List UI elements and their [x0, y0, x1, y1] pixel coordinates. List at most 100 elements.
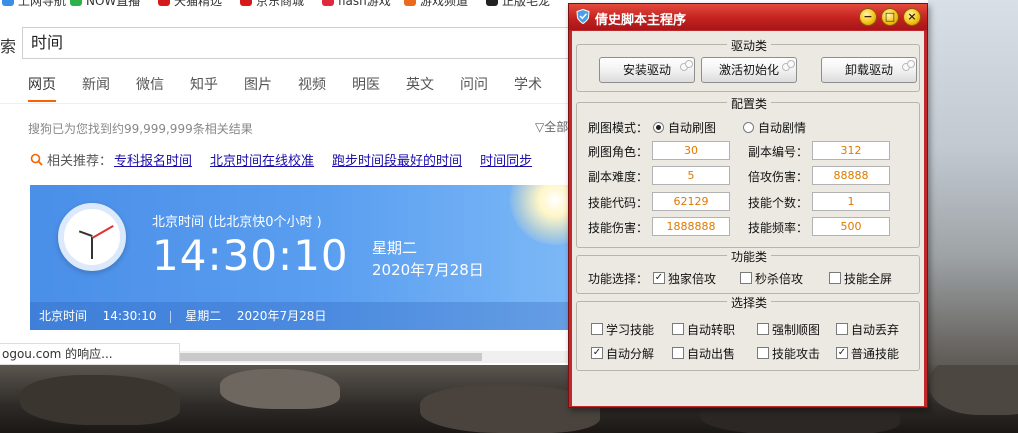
force-next-map-label[interactable]: 强制顺图 [772, 321, 820, 338]
bookmark-item[interactable]: 游戏频道 [404, 0, 468, 8]
tab-news[interactable]: 新闻 [82, 74, 110, 102]
bookmark-item[interactable]: NOW直播 [70, 0, 140, 8]
footer-date: 2020年7月28日 [236, 309, 327, 323]
tab-academic[interactable]: 学术 [514, 74, 542, 102]
auto-transfer-label[interactable]: 自动转职 [687, 321, 735, 338]
wallpaper-rock [930, 365, 1018, 415]
activate-init-button[interactable]: 激活初始化 [701, 57, 797, 83]
exclusive-multiplier-checkbox[interactable]: ✓ [653, 272, 665, 284]
driver-group: 驱动类 安装驱动 激活初始化 卸载驱动 [576, 39, 920, 92]
driver-group-title: 驱动类 [726, 39, 771, 53]
related-searches: 相关推荐： 专科报名时间 北京时间在线校准 跑步时间段最好的时间 时间同步 [30, 150, 550, 169]
scrollbar-thumb[interactable] [180, 353, 482, 361]
auto-decompose-label[interactable]: 自动分解 [606, 345, 654, 362]
tab-zhihu[interactable]: 知乎 [190, 74, 218, 102]
bookmark-item[interactable]: 京东商城 [240, 0, 304, 8]
learn-skill-checkbox[interactable] [591, 323, 603, 335]
skill-fullscreen-checkbox[interactable] [829, 272, 841, 284]
window-title: 倩史脚本主程序 [595, 13, 687, 28]
horizontal-scrollbar[interactable] [180, 351, 570, 363]
auto-discard-label[interactable]: 自动丢弃 [851, 321, 899, 338]
window-client: 驱动类 安装驱动 激活初始化 卸载驱动 配置类 刷图模式： 自动刷图 自动剧情 … [572, 31, 924, 406]
function-group: 功能类 功能选择： ✓ 独家倍攻 秒杀倍攻 技能全屏 [576, 250, 920, 294]
bookmark-item[interactable]: 正版毛宠 [486, 0, 550, 8]
install-driver-button[interactable]: 安装驱动 [599, 57, 695, 83]
damage-multiplier-input[interactable]: 88888 [812, 166, 890, 185]
radio-auto-story[interactable] [743, 122, 754, 133]
tab-medical[interactable]: 明医 [352, 74, 380, 102]
analog-clock-icon [58, 203, 126, 271]
search-label: 索 [0, 37, 17, 56]
footer-label: 北京时间 [39, 309, 88, 323]
instant-kill-checkbox[interactable] [740, 272, 752, 284]
skill-frequency-input[interactable]: 500 [812, 217, 890, 236]
mode-label: 刷图模式： [588, 121, 649, 135]
related-link[interactable]: 专科报名时间 [114, 150, 192, 169]
tab-webpage[interactable]: 网页 [28, 74, 56, 102]
related-link[interactable]: 跑步时间段最好的时间 [332, 150, 462, 169]
damage-multiplier-label: 倍攻伤害： [748, 170, 809, 184]
force-next-map-checkbox[interactable] [757, 323, 769, 335]
current-date: 2020年7月28日 [372, 261, 484, 279]
auto-discard-checkbox[interactable] [836, 323, 848, 335]
learn-skill-label[interactable]: 学习技能 [606, 321, 654, 338]
normal-skill-checkbox[interactable]: ✓ [836, 347, 848, 359]
wallpaper-rock [20, 375, 180, 425]
skill-damage-input[interactable]: 1888888 [652, 217, 730, 236]
tabs-divider [0, 103, 570, 104]
tab-video[interactable]: 视频 [298, 74, 326, 102]
bubble-decoration-icon [782, 60, 795, 71]
bookmark-item[interactable]: flash游戏 [322, 0, 391, 8]
bubble-decoration-icon [680, 60, 693, 71]
cheat-program-window: 倩史脚本主程序 − □ × 驱动类 安装驱动 激活初始化 卸载驱动 配置类 刷图… [568, 3, 928, 408]
tab-english[interactable]: 英文 [406, 74, 434, 102]
related-label: 相关推荐： [47, 154, 113, 169]
minimize-button[interactable]: − [859, 8, 877, 26]
auto-transfer-checkbox[interactable] [672, 323, 684, 335]
difficulty-input[interactable]: 5 [652, 166, 730, 185]
instant-kill-label[interactable]: 秒杀倍攻 [755, 270, 803, 287]
beijing-time-card: 北京时间 (比北京快0个小时 ) 14:30:10 星期二 2020年7月28日… [30, 185, 570, 330]
auto-sell-label[interactable]: 自动出售 [687, 345, 735, 362]
related-link[interactable]: 时间同步 [480, 150, 532, 169]
window-titlebar[interactable]: 倩史脚本主程序 − □ × [569, 4, 927, 30]
bookmark-item[interactable]: 上网导航 [2, 0, 66, 8]
desktop-wallpaper-sky [928, 0, 1018, 365]
skill-count-input[interactable]: 1 [812, 192, 890, 211]
config-group: 配置类 刷图模式： 自动刷图 自动剧情 刷图角色： 30 副本编号： 312 副… [576, 97, 920, 248]
tab-images[interactable]: 图片 [244, 74, 272, 102]
normal-skill-label[interactable]: 普通技能 [851, 345, 899, 362]
bookmark-icon [240, 0, 252, 6]
current-time: 14:30:10 [152, 231, 349, 280]
wallpaper-rock [220, 369, 340, 409]
tab-wechat[interactable]: 微信 [136, 74, 164, 102]
bookmark-icon [322, 0, 334, 6]
function-select-label: 功能选择： [588, 272, 649, 286]
uninstall-driver-button[interactable]: 卸载驱动 [821, 57, 917, 83]
maximize-button[interactable]: □ [881, 8, 899, 26]
radio-auto-dungeon[interactable] [653, 122, 664, 133]
bookmark-item[interactable]: 天猫精选 [158, 0, 222, 8]
related-link[interactable]: 北京时间在线校准 [210, 150, 314, 169]
search-input[interactable]: 时间 [22, 27, 570, 59]
radio-auto-story-label[interactable]: 自动剧情 [758, 119, 806, 136]
copy-number-input[interactable]: 312 [812, 141, 890, 160]
skill-code-input[interactable]: 62129 [652, 192, 730, 211]
close-button[interactable]: × [903, 8, 921, 26]
skill-attack-label[interactable]: 技能攻击 [772, 345, 820, 362]
skill-fullscreen-label[interactable]: 技能全屏 [844, 270, 892, 287]
exclusive-multiplier-label[interactable]: 独家倍攻 [668, 270, 716, 287]
tab-wenwen[interactable]: 问问 [460, 74, 488, 102]
footer-time: 14:30:10 [102, 309, 157, 323]
auto-decompose-checkbox[interactable]: ✓ [591, 347, 603, 359]
minute-hand [78, 230, 93, 237]
radio-auto-dungeon-label[interactable]: 自动刷图 [668, 119, 716, 136]
skill-attack-checkbox[interactable] [757, 347, 769, 359]
filter-toggle[interactable]: ▽全部 [535, 118, 568, 135]
role-input[interactable]: 30 [652, 141, 730, 160]
bookmark-icon [158, 0, 170, 6]
select-group: 选择类 学习技能 自动转职 强制顺图 自动丢弃 ✓ 自动分解 自动出售 技能攻击… [576, 296, 920, 371]
card-title: 北京时间 (比北京快0个小时 ) [152, 215, 322, 230]
search-icon [30, 153, 43, 166]
auto-sell-checkbox[interactable] [672, 347, 684, 359]
